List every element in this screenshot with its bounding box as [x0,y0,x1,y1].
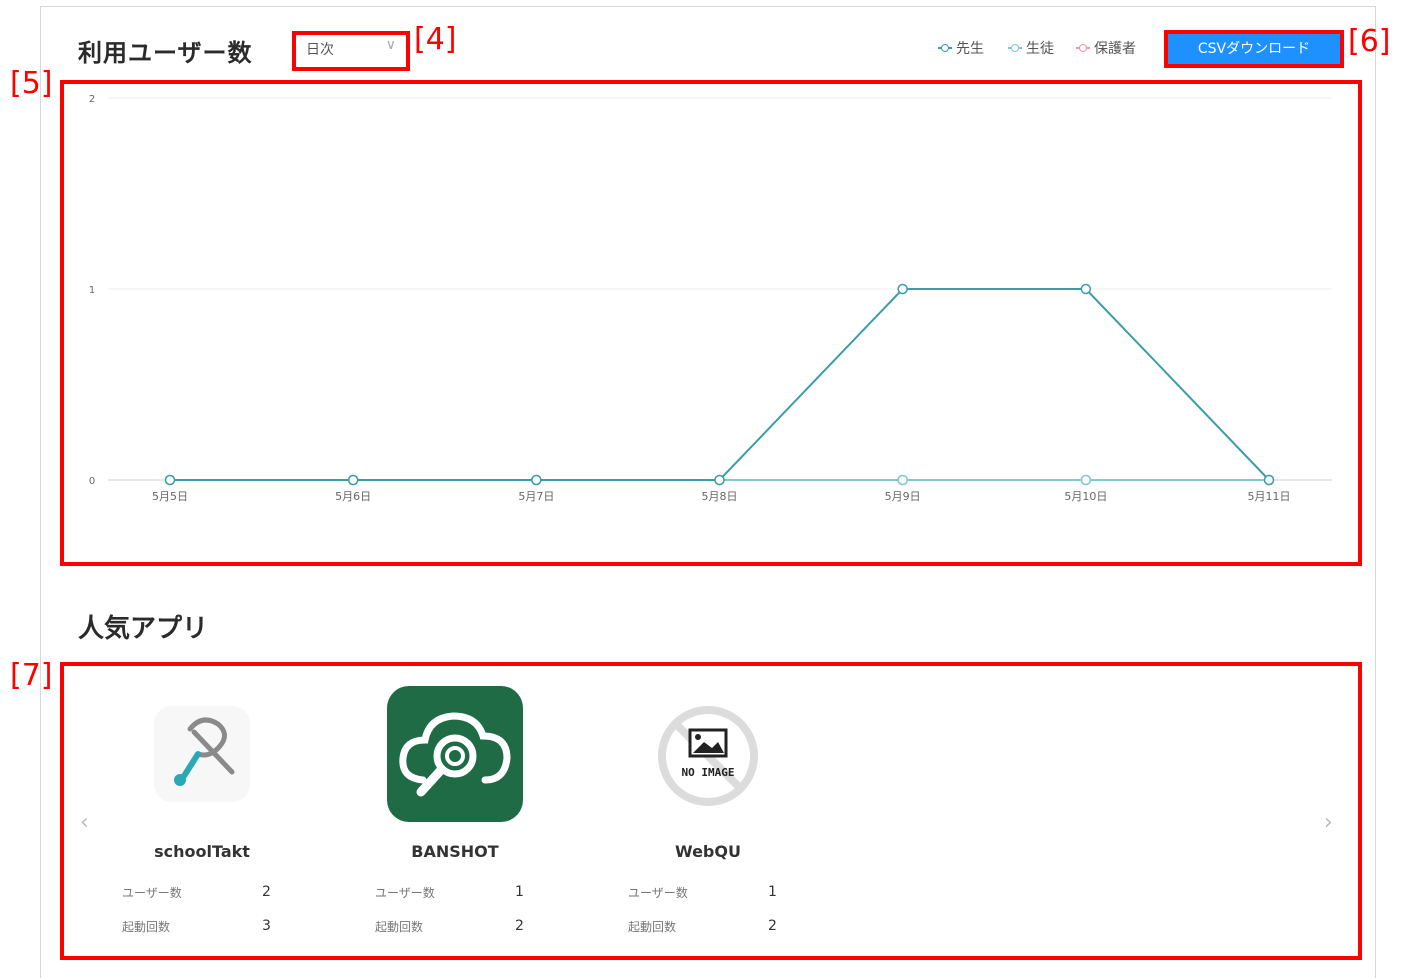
annotation-label-4: [4] [414,22,457,57]
annotation-label-6: [6] [1348,24,1391,59]
annotation-box-7 [60,662,1362,960]
annotation-box-5 [60,80,1362,566]
legend-label-guardian: 保護者 [1094,41,1136,57]
legend-marker-teacher [938,43,952,53]
legend-label-teacher: 先生 [956,41,984,57]
legend-label-student: 生徒 [1026,41,1054,57]
annotation-box-6 [1164,30,1344,68]
popular-apps-title: 人気アプリ [78,614,209,644]
annotation-label-5: [5] [10,66,53,101]
legend-marker-student [1008,43,1022,53]
annotation-label-7: [7] [10,658,53,693]
legend-item-student[interactable]: 生徒 [1008,38,1054,58]
section-title-active-users: 利用ユーザー数 [78,39,253,67]
legend-item-teacher[interactable]: 先生 [938,38,984,58]
annotation-box-4 [292,31,410,71]
legend-item-guardian[interactable]: 保護者 [1076,38,1136,58]
legend-marker-guardian [1076,43,1090,53]
